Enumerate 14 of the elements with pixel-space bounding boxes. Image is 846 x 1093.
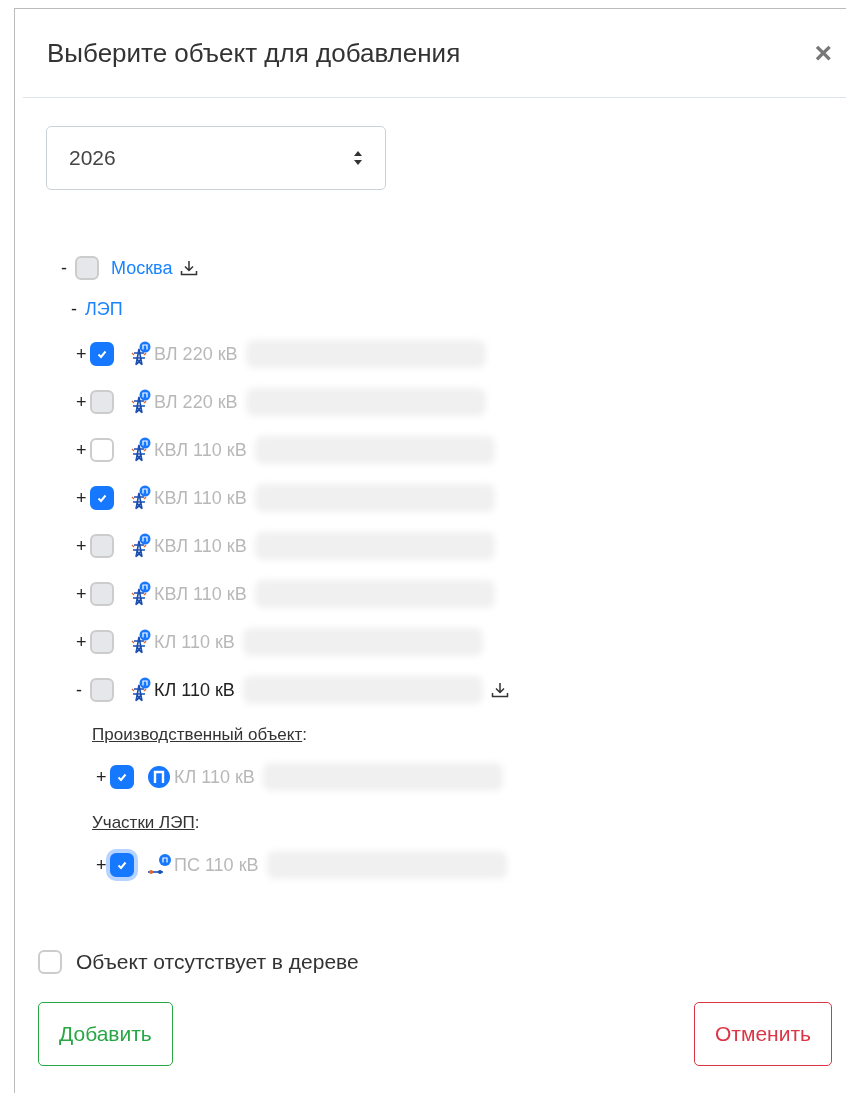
checkbox-label[interactable]: Объект отсутствует в дереве: [76, 950, 359, 974]
check-icon: [116, 859, 128, 871]
cancel-button[interactable]: Отменить: [694, 1002, 832, 1066]
dialog-title: Выберите объект для добавления: [47, 37, 461, 69]
letter-circle-icon: [146, 764, 172, 790]
section-title: Производственный объект:: [92, 725, 307, 745]
close-button[interactable]: ×: [810, 36, 836, 70]
sort-caret-icon: [353, 150, 363, 166]
check-icon: [96, 492, 108, 504]
section-title: Участки ЛЭП:: [92, 813, 200, 833]
checkbox[interactable]: [38, 950, 62, 974]
check-icon: [116, 771, 128, 783]
check-icon: [96, 348, 108, 360]
year-select[interactable]: 2026: [46, 126, 386, 190]
